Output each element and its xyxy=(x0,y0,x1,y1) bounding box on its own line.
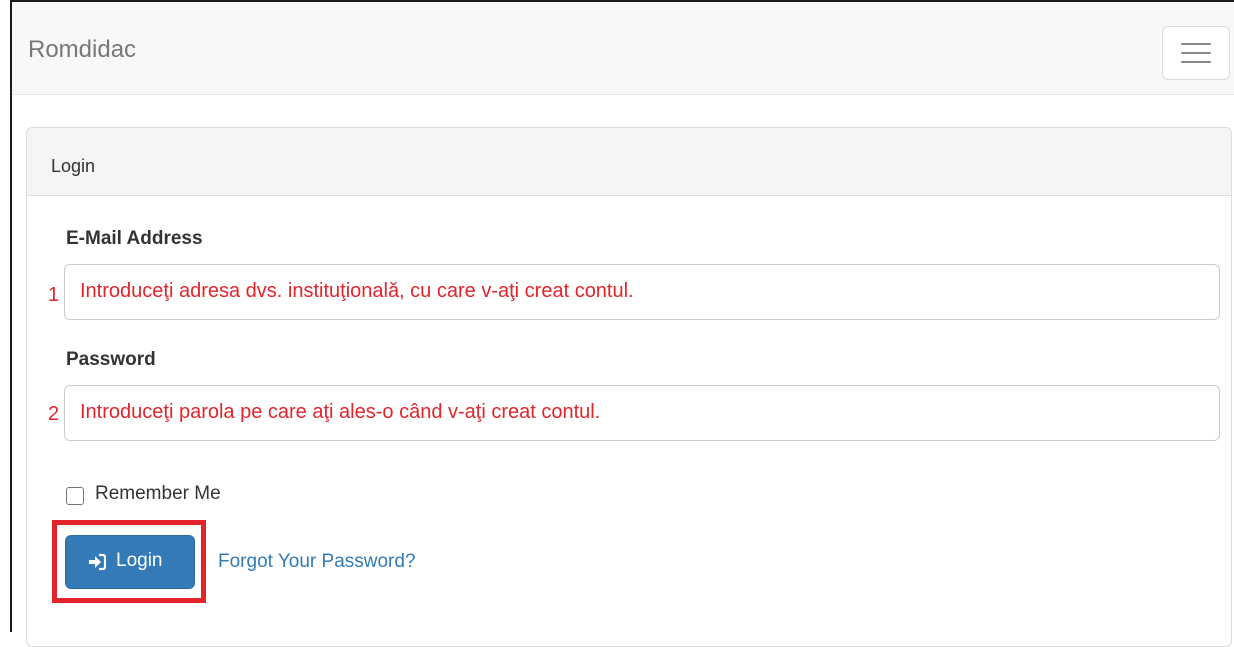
email-annotation-number: 1 xyxy=(48,284,60,306)
navbar-toggle-button[interactable] xyxy=(1162,26,1230,80)
email-field[interactable]: Introduceţi adresa dvs. instituţională, … xyxy=(64,264,1220,320)
password-field[interactable]: Introduceţi parola pe care aţi ales-o câ… xyxy=(64,385,1220,441)
forgot-password-link[interactable]: Forgot Your Password? xyxy=(218,551,416,573)
brand-link[interactable]: Romdidac xyxy=(28,36,136,64)
panel-heading: Login xyxy=(27,128,1231,196)
password-field-hint: Introduceţi parola pe care aţi ales-o câ… xyxy=(80,401,601,423)
sign-in-icon xyxy=(89,553,106,571)
email-field-hint: Introduceţi adresa dvs. instituţională, … xyxy=(80,280,634,302)
login-button[interactable]: Login xyxy=(65,535,195,589)
password-annotation-number: 2 xyxy=(48,403,60,425)
hamburger-menu-icon-line xyxy=(1181,52,1211,54)
panel-title: Login xyxy=(51,156,96,176)
remember-me-label[interactable]: Remember Me xyxy=(95,483,221,505)
email-label: E-Mail Address xyxy=(66,228,203,249)
login-button-label: Login xyxy=(116,550,163,571)
remember-me-checkbox[interactable] xyxy=(66,487,84,505)
app-frame: Romdidac Login E-Mail Address 1 Introduc… xyxy=(10,0,1234,647)
navbar: Romdidac xyxy=(12,2,1234,95)
hamburger-menu-icon-line xyxy=(1181,61,1211,63)
hamburger-menu-icon xyxy=(1181,43,1211,45)
password-label: Password xyxy=(66,349,156,370)
